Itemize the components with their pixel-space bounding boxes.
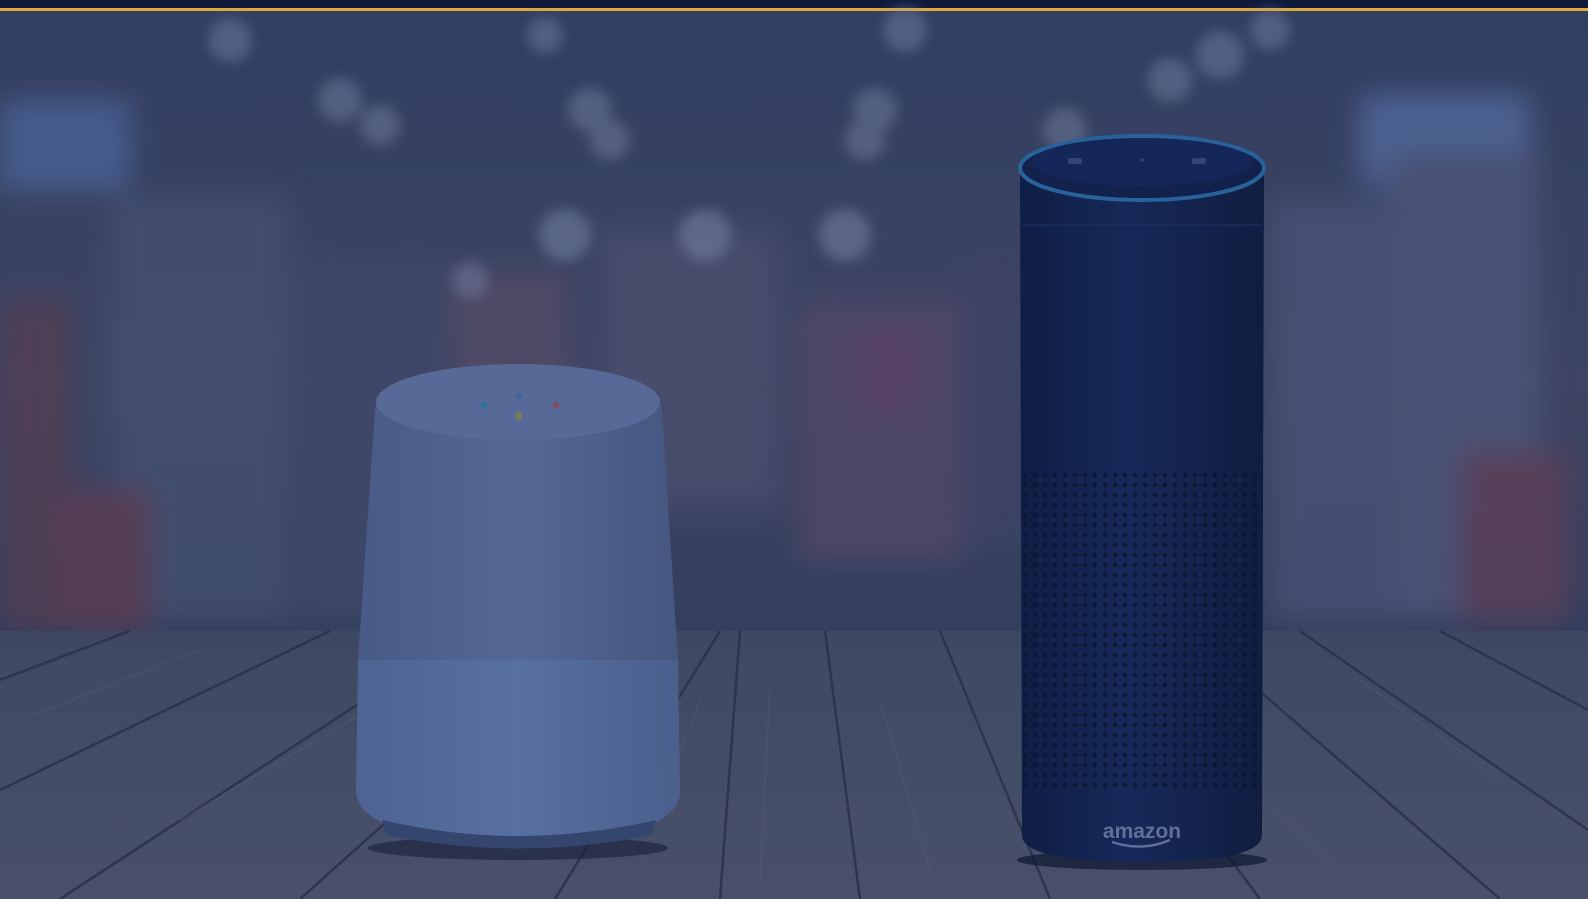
speakers-photo: amazon <box>0 0 1588 899</box>
hero-image: amazon <box>0 0 1588 899</box>
top-bar-accent <box>0 8 1588 11</box>
color-overlay <box>0 11 1588 899</box>
